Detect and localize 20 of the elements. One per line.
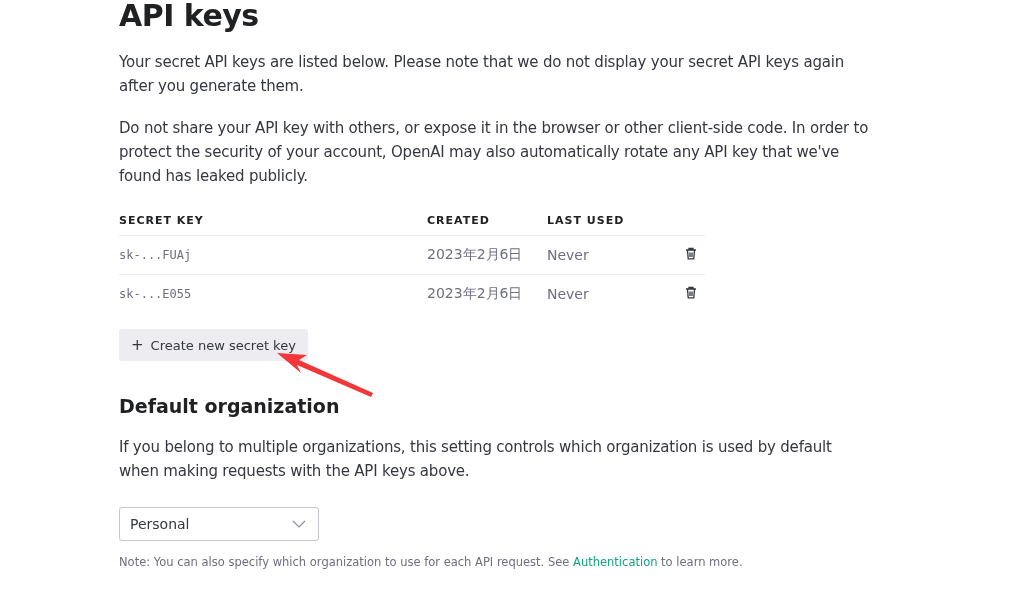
column-header: SECRET KEY: [119, 214, 204, 227]
chevron-down-icon: [292, 520, 306, 528]
section-heading: Default organization: [119, 395, 341, 417]
secret-key: sk-...E055: [119, 287, 192, 301]
organization-select[interactable]: Personal: [119, 507, 319, 541]
description-paragraph: Do not share your API key with others, or expose it in the browser or other client-side code. In order to protect the security of your account, OpenAI may also automatically rotate any API key that we've found has leaked publicly.: [119, 118, 869, 187]
section-description: If you belong to multiple organizations, this setting controls which organization is used by default when making requests with the API keys above.: [119, 437, 833, 482]
page-title: API keys: [119, 0, 260, 32]
column-header: CREATED: [427, 214, 490, 227]
last-used: Never: [547, 247, 589, 263]
column-header: LAST USED: [547, 214, 625, 227]
description-paragraph: Your secret API keys are listed below. Please note that we do not display your secret API keys again after you generate them.: [119, 52, 845, 97]
delete-icon[interactable]: [685, 286, 697, 299]
created-date: 2023年2月6日: [427, 285, 523, 301]
secret-key: sk-...FUAj: [119, 248, 192, 262]
create-key-button[interactable]: + Create new secret key: [119, 329, 308, 361]
created-date: 2023年2月6日: [427, 246, 523, 262]
last-used: Never: [547, 286, 589, 302]
delete-icon[interactable]: [685, 247, 697, 260]
note-text: Note: You can also specify which organization to use for each API request. See Authentication to learn more.: [119, 555, 744, 569]
